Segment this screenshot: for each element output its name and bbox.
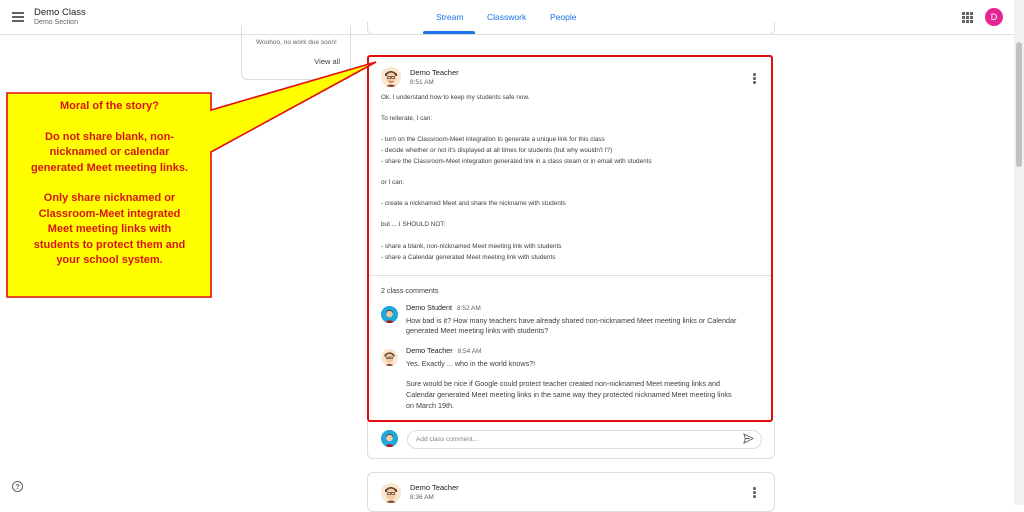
- callout-line: Classroom-Meet integrated: [38, 207, 181, 220]
- comment-text-line: on March 19th.: [406, 401, 454, 410]
- post-body-line: - create a nicknamed Meet and share the …: [381, 200, 566, 207]
- comment-text-line: Yes. Exactly ... who in the world knows?…: [406, 359, 536, 368]
- post-body-line: but ... I SHOULD NOT:: [381, 221, 446, 228]
- help-icon[interactable]: ?: [12, 481, 23, 492]
- add-comment-area: Add class comment...: [367, 422, 775, 459]
- post-body-line: Ok. I understand how to keep my students…: [381, 94, 530, 101]
- comment-text-line: How bad is it? How many teachers have al…: [406, 316, 737, 325]
- callout-line: nicknamed or calendar: [49, 146, 170, 159]
- comment-time: 8:52 AM: [456, 305, 481, 312]
- account-avatar[interactable]: D: [985, 8, 1003, 26]
- callout-line: Do not share blank, non-: [45, 130, 174, 143]
- comment-author-name[interactable]: Demo Student: [406, 303, 452, 312]
- post-body-line: - share the Classroom-Meet integration g…: [381, 158, 652, 165]
- teacher-avatar: [381, 67, 401, 87]
- post-time: 8:51 AM: [410, 79, 434, 86]
- comment-author: Demo Teacher 8:54 AM: [406, 346, 481, 355]
- student-avatar: [381, 306, 398, 323]
- upcoming-empty-text: Woohoo, no work due soon!: [256, 39, 337, 46]
- tab-stream[interactable]: Stream: [436, 12, 463, 22]
- upcoming-widget: Woohoo, no work due soon! View all: [241, 26, 351, 80]
- post-author[interactable]: Demo Teacher: [410, 68, 459, 77]
- stream-post-highlighted: Demo Teacher 8:51 AM Ok. I understand ho…: [367, 55, 773, 422]
- send-icon[interactable]: [743, 433, 754, 444]
- menu-icon[interactable]: [12, 12, 24, 22]
- stream-post: Demo Teacher 8:36 AM: [367, 472, 775, 512]
- comment-author-name[interactable]: Demo Teacher: [406, 346, 453, 355]
- comment-text-line: Sure would be nice if Google could prote…: [406, 379, 721, 388]
- post-time: 8:36 AM: [410, 494, 434, 501]
- comment-author: Demo Student 8:52 AM: [406, 303, 481, 312]
- callout-line: generated Meet meeting links.: [30, 161, 189, 174]
- callout-line: [8, 176, 211, 191]
- apps-icon[interactable]: [962, 12, 973, 23]
- view-all-link[interactable]: View all: [314, 57, 340, 66]
- post-divider: [369, 275, 771, 276]
- post-body-line: - share a blank, non-nicknamed Meet meet…: [381, 243, 562, 250]
- post-body-line: - decide whether or not it's displayed a…: [381, 147, 613, 154]
- class-section: Demo Section: [34, 19, 78, 26]
- tab-classwork[interactable]: Classwork: [487, 12, 526, 22]
- callout-line: students to protect them and: [33, 238, 186, 251]
- post-body-line: To reiterate, I can:: [381, 115, 433, 122]
- callout-line: your school system.: [56, 254, 163, 267]
- callout-line: Meet meeting links with: [47, 223, 172, 236]
- callout-line: [8, 114, 211, 129]
- teacher-avatar: [381, 349, 398, 366]
- tab-people[interactable]: People: [550, 12, 576, 22]
- current-user-avatar: [381, 430, 398, 447]
- teacher-avatar: [381, 483, 401, 503]
- post-body-line: or I can:: [381, 179, 405, 186]
- callout-line: Moral of the story?: [59, 100, 159, 112]
- page-scrollbar[interactable]: [1014, 0, 1024, 505]
- previous-post-card: [367, 22, 775, 35]
- callout-line: Only share nicknamed or: [43, 192, 176, 205]
- post-author[interactable]: Demo Teacher: [410, 483, 459, 492]
- more-vert-icon[interactable]: [753, 487, 757, 499]
- class-comments-count[interactable]: 2 class comments: [381, 286, 439, 295]
- callout-text: Moral of the story? Do not share blank, …: [8, 95, 211, 295]
- comment-time: 8:54 AM: [457, 348, 482, 355]
- comment-text-line: Calendar generated Meet meeting links in…: [406, 390, 732, 399]
- class-comment-input[interactable]: Add class comment...: [407, 430, 762, 449]
- class-title[interactable]: Demo Class: [34, 7, 86, 18]
- more-vert-icon[interactable]: [753, 73, 757, 85]
- post-body-line: - share a Calendar generated Meet meetin…: [381, 254, 556, 261]
- scrollbar-thumb[interactable]: [1016, 42, 1022, 167]
- post-body-line: - turn on the Classroom-Meet integration…: [381, 136, 605, 143]
- comment-text-line: generated Meet meeting links with studen…: [406, 326, 549, 335]
